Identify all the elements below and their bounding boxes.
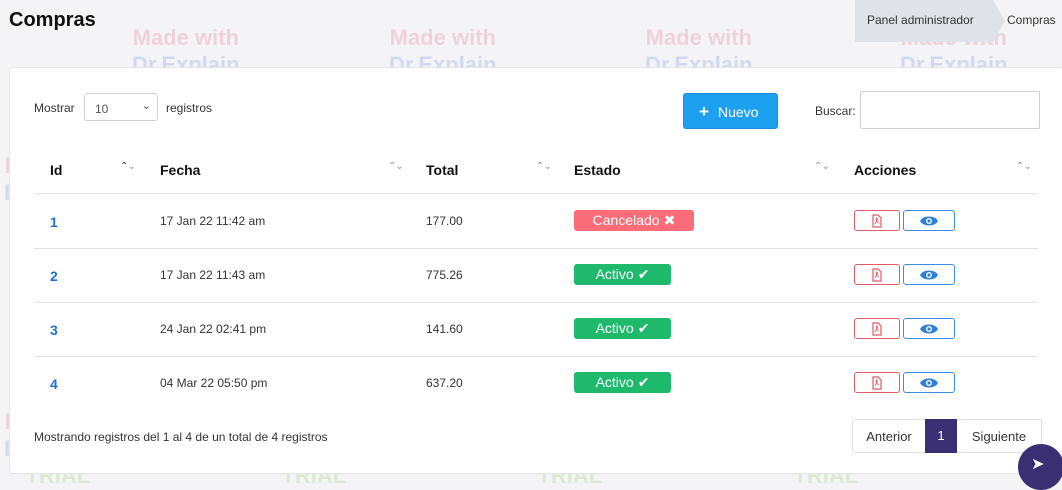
row-id-link[interactable]: 2: [50, 268, 58, 284]
column-header-total[interactable]: Total: [426, 162, 458, 178]
view-button[interactable]: [903, 372, 955, 393]
pdf-button[interactable]: [854, 210, 900, 231]
pagination-next-label: Siguiente: [971, 429, 1027, 444]
top-bar: Compras Panel administrador Compras: [0, 0, 1062, 44]
row-divider: [34, 356, 1038, 357]
column-header-fecha[interactable]: Fecha: [160, 162, 200, 178]
row-date: 04 Mar 22 05:50 pm: [160, 376, 268, 390]
row-divider: [34, 302, 1038, 303]
status-badge: Cancelado ✖: [574, 210, 694, 231]
search-input[interactable]: [860, 91, 1040, 129]
row-total: 141.60: [426, 322, 463, 336]
new-button-label: Nuevo: [718, 104, 759, 120]
status-label: Cancelado: [592, 212, 660, 228]
column-header-acciones[interactable]: Acciones: [854, 162, 916, 178]
sort-icon[interactable]: ⌃⌄: [1016, 161, 1032, 172]
sort-icon[interactable]: ⌃⌄: [814, 161, 830, 172]
sort-icon[interactable]: ⌃⌄: [120, 161, 136, 172]
breadcrumb-arrow: [993, 0, 1005, 42]
records-label: registros: [166, 101, 213, 115]
column-header-estado[interactable]: Estado: [574, 162, 621, 178]
help-fab-button[interactable]: ➤: [1018, 444, 1062, 490]
status-label: Activo: [595, 320, 634, 336]
row-divider: [34, 248, 1038, 249]
row-id-link[interactable]: 1: [50, 214, 58, 230]
page-size-value: 10: [95, 102, 109, 116]
view-button[interactable]: [903, 318, 955, 339]
close-icon: ✖: [663, 212, 676, 228]
row-date: 17 Jan 22 11:43 am: [160, 268, 266, 282]
check-icon: ✔: [637, 266, 650, 282]
sort-icon[interactable]: ⌃⌄: [536, 161, 552, 172]
pdf-button[interactable]: [854, 318, 900, 339]
row-date: 24 Jan 22 02:41 pm: [160, 322, 267, 336]
table-divider: [34, 193, 1038, 194]
plus-icon: +: [699, 102, 709, 121]
share-icon: ➤: [1031, 456, 1045, 473]
breadcrumb-item-current: Compras: [1007, 13, 1056, 27]
row-total: 637.20: [426, 376, 463, 390]
status-badge: Activo ✔: [574, 318, 671, 339]
pagination-page-label: 1: [937, 428, 945, 443]
page-title: Compras: [9, 9, 96, 31]
breadcrumb-item-panel[interactable]: Panel administrador: [867, 13, 974, 27]
status-label: Activo: [595, 374, 634, 390]
chevron-down-icon: ⌄: [141, 100, 151, 112]
pagination-previous-label: Anterior: [866, 429, 912, 444]
page-size-label: Mostrar: [34, 101, 75, 115]
page-size-select[interactable]: 10 ⌄: [84, 93, 158, 121]
view-button[interactable]: [903, 264, 955, 285]
pagination-page-1[interactable]: 1: [925, 419, 957, 453]
sort-icon[interactable]: ⌃⌄: [388, 161, 404, 172]
table-info: Mostrando registros del 1 al 4 de un tot…: [34, 430, 328, 444]
status-label: Activo: [595, 266, 634, 282]
status-badge: Activo ✔: [574, 372, 671, 393]
pagination-previous[interactable]: Anterior: [852, 419, 925, 453]
pdf-button[interactable]: [854, 264, 900, 285]
view-button[interactable]: [903, 210, 955, 231]
status-badge: Activo ✔: [574, 264, 671, 285]
row-total: 177.00: [426, 214, 463, 228]
check-icon: ✔: [637, 374, 650, 390]
check-icon: ✔: [637, 320, 650, 336]
row-id-link[interactable]: 3: [50, 322, 58, 338]
search-label: Buscar:: [815, 104, 856, 118]
new-purchase-button[interactable]: + Nuevo: [683, 93, 778, 129]
row-date: 17 Jan 22 11:42 am: [160, 214, 266, 228]
pdf-button[interactable]: [854, 372, 900, 393]
row-total: 775.26: [426, 268, 463, 282]
row-id-link[interactable]: 4: [50, 376, 58, 392]
column-header-id[interactable]: Id: [50, 162, 62, 178]
